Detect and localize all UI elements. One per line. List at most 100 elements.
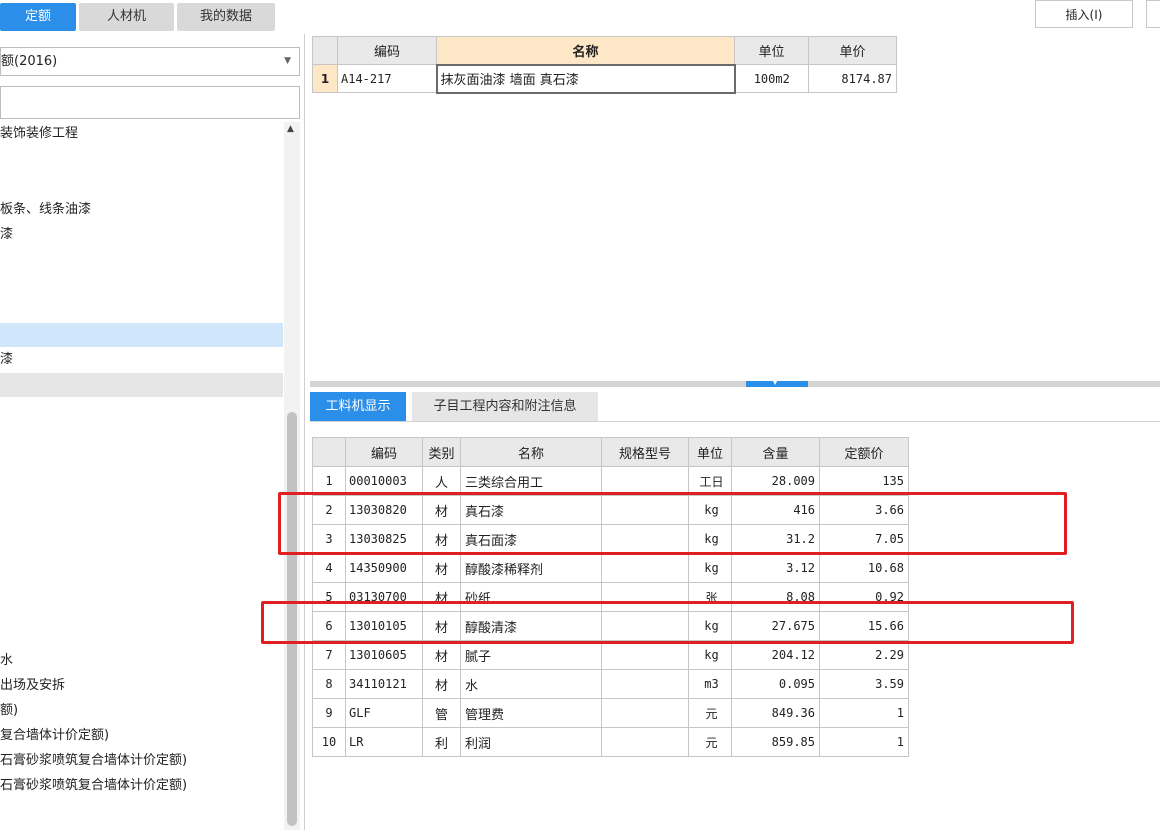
cell-qty[interactable]: 28.009 [731, 466, 820, 496]
cell-name[interactable]: 水 [460, 669, 602, 699]
cell-qty[interactable]: 0.095 [731, 669, 820, 699]
cell-type[interactable]: 材 [422, 495, 461, 525]
tree-item[interactable]: 漆 [0, 348, 283, 372]
cell-quota-price[interactable]: 10.68 [819, 553, 909, 583]
cell-quota-price[interactable]: 0.92 [819, 582, 909, 612]
cell-spec[interactable] [601, 669, 689, 699]
library-select[interactable]: 额(2016) ▼ [0, 47, 300, 76]
cell-type[interactable]: 材 [422, 582, 461, 612]
cell-qty[interactable]: 204.12 [731, 640, 820, 670]
cell-unit[interactable]: kg [688, 553, 732, 583]
cell-quota-price[interactable]: 2.29 [819, 640, 909, 670]
cell-code[interactable]: 13030820 [345, 495, 423, 525]
column-header-qty[interactable]: 含量 [731, 437, 820, 467]
cell-qty[interactable]: 3.12 [731, 553, 820, 583]
column-header-name[interactable]: 名称 [436, 36, 735, 65]
cell-type[interactable]: 材 [422, 640, 461, 670]
cell-name[interactable]: 真石漆 [460, 495, 602, 525]
tab-labor-material-machine[interactable]: 人材机 [79, 3, 174, 31]
panel-splitter[interactable]: ▼ [310, 377, 1160, 387]
cell-name[interactable]: 醇酸漆稀释剂 [460, 553, 602, 583]
table-row[interactable]: 1 A14-217 抹灰面油漆 墙面 真石漆 100m2 8174.87 [312, 63, 897, 94]
insert-button[interactable]: 插入(I) [1035, 0, 1133, 28]
cell-spec[interactable] [601, 640, 689, 670]
table-row[interactable]: 8 34110121 材水 m3 0.095 3.59 [312, 669, 909, 699]
cell-spec[interactable] [601, 553, 689, 583]
cell-spec[interactable] [601, 727, 689, 757]
cell-name[interactable]: 砂纸 [460, 582, 602, 612]
cell-type[interactable]: 材 [422, 669, 461, 699]
tree-item-selected[interactable] [0, 323, 283, 347]
cell-quota-price[interactable]: 3.66 [819, 495, 909, 525]
cell-qty[interactable]: 849.36 [731, 698, 820, 728]
cell-unit[interactable]: 元 [688, 698, 732, 728]
cell-spec[interactable] [601, 611, 689, 641]
table-row[interactable]: 1 00010003 人三类综合用工 工日 28.009 135 [312, 466, 909, 496]
cell-code[interactable]: 00010003 [345, 466, 423, 496]
cell-type[interactable]: 人 [422, 466, 461, 496]
cell-quota-price[interactable]: 1 [819, 727, 909, 757]
tree-item[interactable]: 水 [0, 649, 283, 673]
column-header-spec[interactable]: 规格型号 [601, 437, 689, 467]
cell-qty[interactable]: 27.675 [731, 611, 820, 641]
tree-item[interactable]: 石膏砂浆喷筑复合墙体计价定额) [0, 749, 283, 773]
tab-resource-display[interactable]: 工料机显示 [310, 392, 406, 422]
cell-code[interactable]: LR [345, 727, 423, 757]
cell-quota-price[interactable]: 3.59 [819, 669, 909, 699]
column-header-unit[interactable]: 单位 [734, 36, 809, 65]
table-row[interactable]: 7 13010605 材腻子 kg 204.12 2.29 [312, 640, 909, 670]
column-header-code[interactable]: 编码 [337, 36, 437, 65]
column-header-type[interactable]: 类别 [422, 437, 461, 467]
tab-my-data[interactable]: 我的数据 [177, 3, 275, 31]
table-row[interactable]: 5 03130700 材砂纸 张 8.08 0.92 [312, 582, 909, 612]
tree-item[interactable]: 漆 [0, 223, 283, 247]
cell-name[interactable]: 管理费 [460, 698, 602, 728]
search-input[interactable] [0, 86, 300, 119]
column-header-name[interactable]: 名称 [460, 437, 602, 467]
cell-name[interactable]: 腻子 [460, 640, 602, 670]
cell-code[interactable]: 14350900 [345, 553, 423, 583]
cell-quota-price[interactable]: 1 [819, 698, 909, 728]
tab-quota[interactable]: 定额 [0, 3, 76, 31]
cell-spec[interactable] [601, 524, 689, 554]
cell-unit[interactable]: kg [688, 495, 732, 525]
splitter-handle[interactable]: ▼ [746, 377, 808, 387]
column-header-price[interactable]: 单价 [808, 36, 897, 65]
cell-unit[interactable]: 张 [688, 582, 732, 612]
tree-scrollbar[interactable]: ▲ [284, 122, 300, 830]
cell-unit[interactable]: kg [688, 524, 732, 554]
cell-name[interactable]: 真石面漆 [460, 524, 602, 554]
cell-code[interactable]: A14-217 [337, 64, 437, 93]
cell-spec[interactable] [601, 495, 689, 525]
table-row[interactable]: 6 13010105 材醇酸清漆 kg 27.675 15.66 [312, 611, 909, 641]
cell-quota-price[interactable]: 135 [819, 466, 909, 496]
cell-code[interactable]: 13010605 [345, 640, 423, 670]
cell-spec[interactable] [601, 582, 689, 612]
cell-type[interactable]: 材 [422, 553, 461, 583]
cell-unit[interactable]: m3 [688, 669, 732, 699]
cell-price[interactable]: 8174.87 [808, 64, 897, 93]
column-header-unit[interactable]: 单位 [688, 437, 732, 467]
cell-type[interactable]: 材 [422, 524, 461, 554]
cell-quota-price[interactable]: 15.66 [819, 611, 909, 641]
cell-qty[interactable]: 859.85 [731, 727, 820, 757]
cell-unit[interactable]: kg [688, 611, 732, 641]
column-header-quota-price[interactable]: 定额价 [819, 437, 909, 467]
scroll-up-icon[interactable]: ▲ [287, 124, 294, 134]
cell-type[interactable]: 管 [422, 698, 461, 728]
table-row[interactable]: 10 LR 利利润 元 859.85 1 [312, 727, 909, 757]
cell-qty[interactable]: 416 [731, 495, 820, 525]
toolbar-button[interactable] [1146, 0, 1160, 28]
table-row[interactable]: 2 13030820 材真石漆 kg 416 3.66 [312, 495, 909, 525]
tree-item[interactable]: 板条、线条油漆 [0, 198, 283, 222]
tree-item-hover[interactable] [0, 373, 283, 397]
cell-type[interactable]: 利 [422, 727, 461, 757]
tree-item[interactable]: 石膏砂浆喷筑复合墙体计价定额) [0, 774, 283, 798]
tab-work-content-notes[interactable]: 子目工程内容和附注信息 [412, 392, 598, 422]
cell-spec[interactable] [601, 466, 689, 496]
tree-item[interactable]: 装饰装修工程 [0, 122, 283, 146]
scrollbar-thumb[interactable] [287, 412, 297, 826]
tree-item[interactable]: 出场及安拆 [0, 674, 283, 698]
cell-unit[interactable]: 工日 [688, 466, 732, 496]
cell-code[interactable]: GLF [345, 698, 423, 728]
